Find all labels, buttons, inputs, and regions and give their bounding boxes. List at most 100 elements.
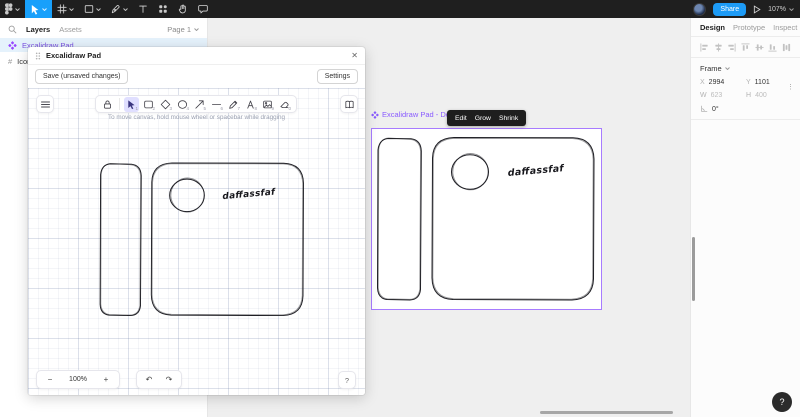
- chevron-down-icon: [123, 7, 128, 11]
- context-grow-button[interactable]: Grow: [475, 115, 491, 122]
- widget-icon: [371, 110, 379, 119]
- close-icon[interactable]: ✕: [351, 51, 358, 60]
- search-icon[interactable]: [8, 25, 17, 34]
- chevron-down-icon: [15, 7, 20, 11]
- align-horizontal-center-icon[interactable]: [714, 43, 723, 52]
- tool-shortcut: 3: [169, 106, 172, 111]
- save-button[interactable]: Save (unsaved changes): [35, 69, 129, 84]
- tool-shortcut: 7: [237, 106, 240, 111]
- height-field[interactable]: H 400: [746, 92, 786, 99]
- chevron-down-icon: [194, 27, 199, 31]
- present-play-icon[interactable]: [753, 4, 761, 14]
- zoom-level-selector[interactable]: 107%: [768, 6, 794, 13]
- drag-grip-icon: [35, 52, 41, 59]
- zoom-in-button[interactable]: +: [95, 375, 117, 384]
- library-book-icon: [344, 100, 354, 108]
- frame-section-header[interactable]: Frame: [700, 64, 791, 73]
- line-tool[interactable]: 6: [209, 97, 224, 112]
- excalidraw-toolbar: 1 2 3 4 5 6 7 8 9 0: [95, 95, 297, 113]
- canvas-zoom-value[interactable]: 100%: [61, 376, 95, 383]
- eraser-tool[interactable]: 0: [277, 97, 292, 112]
- library-button[interactable]: [340, 95, 358, 113]
- excalidraw-help-button[interactable]: ?: [338, 371, 356, 389]
- lock-icon: [104, 100, 111, 109]
- tab-prototype[interactable]: Prototype: [733, 23, 765, 32]
- rectangle-tool-icon: [84, 5, 94, 13]
- tab-layers[interactable]: Layers: [26, 25, 50, 34]
- align-right-icon[interactable]: [727, 43, 736, 52]
- excalidraw-menu-button[interactable]: [36, 95, 54, 113]
- hand-tool-button[interactable]: [173, 0, 193, 18]
- frame-tool-icon: [57, 4, 67, 14]
- frame-tool-button[interactable]: [52, 0, 79, 18]
- share-button[interactable]: Share: [713, 2, 747, 16]
- diamond-tool[interactable]: 3: [158, 97, 173, 112]
- toolbar-divider: [119, 98, 120, 110]
- text-tool-button[interactable]: [133, 0, 153, 18]
- x-position-field[interactable]: X 2994: [700, 79, 740, 86]
- ellipse-tool[interactable]: 4: [175, 97, 190, 112]
- page-selector[interactable]: Page 1: [167, 25, 199, 34]
- top-toolbar: Share 107%: [0, 0, 800, 18]
- plugin-window-header[interactable]: Excalidraw Pad ✕: [28, 47, 365, 65]
- align-bottom-icon[interactable]: [768, 43, 777, 52]
- tab-design[interactable]: Design: [700, 23, 725, 32]
- settings-button[interactable]: Settings: [316, 69, 358, 84]
- tool-shortcut: 2: [152, 106, 155, 111]
- figma-menu-button[interactable]: [0, 0, 25, 18]
- pen-tool-button[interactable]: [106, 0, 133, 18]
- tab-inspect[interactable]: Inspect: [773, 23, 797, 32]
- modal-drawing[interactable]: daffassfaf: [94, 154, 311, 325]
- frame-drawing: daffassfaf: [377, 137, 595, 301]
- undo-button[interactable]: ↶: [139, 375, 159, 384]
- align-top-icon[interactable]: [741, 43, 750, 52]
- hamburger-menu-icon: [40, 101, 50, 107]
- drawing-text: daffassfaf: [222, 187, 276, 202]
- align-left-icon[interactable]: [700, 43, 709, 52]
- vertical-scrollbar[interactable]: [692, 237, 695, 301]
- shape-tool-button[interactable]: [79, 0, 106, 18]
- tidy-up-icon[interactable]: [782, 43, 791, 52]
- tool-shortcut: 1: [135, 106, 138, 111]
- rectangle-tool[interactable]: 2: [141, 97, 156, 112]
- page-selector-label: Page 1: [167, 24, 191, 34]
- redo-button[interactable]: ↷: [159, 375, 179, 384]
- arrow-tool[interactable]: 5: [192, 97, 207, 112]
- history-controls: ↶ ↷: [136, 370, 182, 389]
- frame-layer-icon: #: [8, 56, 13, 66]
- width-field[interactable]: W 623: [700, 92, 740, 99]
- figma-app: Share 107% Layers Assets Page 1 Excalidr…: [0, 0, 800, 417]
- move-tool-button[interactable]: [25, 0, 52, 18]
- draw-tool[interactable]: 7: [226, 97, 241, 112]
- avatar[interactable]: [693, 2, 707, 16]
- widgets-tool-button[interactable]: [153, 0, 173, 18]
- tool-shortcut: 4: [186, 106, 189, 111]
- chevron-down-icon: [42, 7, 47, 11]
- context-shrink-button[interactable]: Shrink: [499, 115, 518, 122]
- comment-tool-button[interactable]: [193, 0, 213, 18]
- constraints-more-icon[interactable]: ⋮: [787, 84, 794, 91]
- move-cursor-icon: [31, 4, 39, 15]
- selection-tool[interactable]: 1: [124, 96, 139, 112]
- rotation-angle-icon: [701, 105, 708, 112]
- figma-logo-icon: [5, 3, 13, 15]
- height-value: 400: [755, 92, 767, 99]
- text-tool[interactable]: 8: [243, 97, 258, 112]
- zoom-out-button[interactable]: −: [39, 375, 61, 384]
- rotation-field[interactable]: 0°: [700, 105, 791, 113]
- excalidraw-canvas[interactable]: 1 2 3 4 5 6 7 8 9 0 To move canvas, hold…: [28, 88, 365, 395]
- y-position-field[interactable]: Y 1101: [746, 79, 786, 86]
- widgets-icon: [159, 5, 167, 13]
- plugin-window-title: Excalidraw Pad: [46, 51, 102, 60]
- context-edit-button[interactable]: Edit: [455, 115, 467, 122]
- help-button[interactable]: ?: [772, 392, 792, 412]
- chevron-down-icon: [724, 67, 730, 70]
- horizontal-scrollbar[interactable]: [540, 411, 673, 414]
- rotation-value: 0°: [712, 105, 719, 113]
- right-panel: Design Prototype Inspect Frame X 2994 Y …: [690, 18, 800, 417]
- tool-shortcut: 8: [254, 106, 257, 111]
- tab-assets[interactable]: Assets: [59, 25, 82, 34]
- lock-tool[interactable]: [100, 97, 115, 112]
- image-tool[interactable]: 9: [260, 97, 275, 112]
- align-vertical-center-icon[interactable]: [755, 43, 764, 52]
